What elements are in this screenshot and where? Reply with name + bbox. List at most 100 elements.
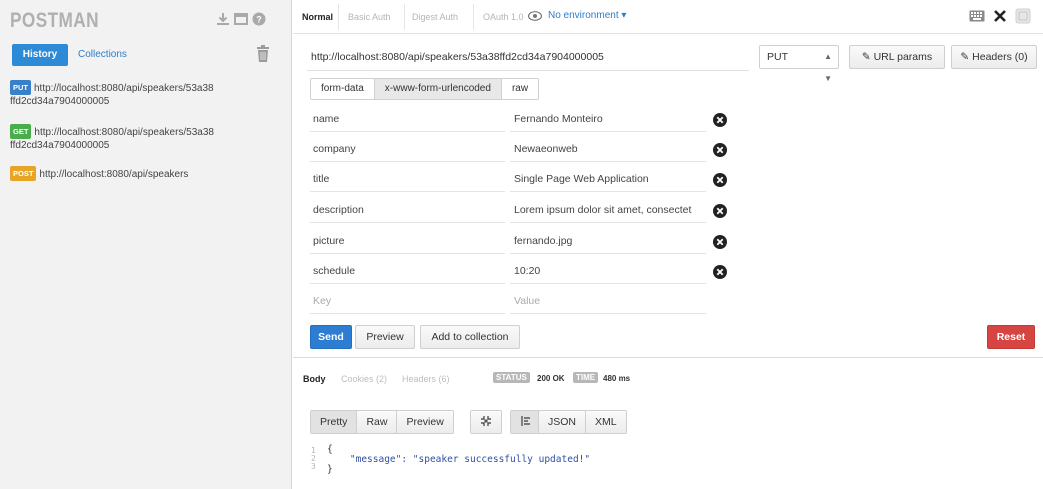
format-xml[interactable]: XML xyxy=(586,411,626,433)
history-url: http://localhost:8080/api/speakers/53a38 xyxy=(34,127,214,138)
param-row: description Lorem ipsum dolor sit amet, … xyxy=(310,197,1030,227)
tab-digest-auth[interactable]: Digest Auth xyxy=(412,12,458,22)
tab-body[interactable]: Body xyxy=(303,374,326,384)
divider xyxy=(338,4,339,30)
history-item[interactable]: POST http://localhost:8080/api/speakers xyxy=(10,166,282,181)
settings-icon[interactable] xyxy=(993,9,1007,26)
reset-button[interactable]: Reset xyxy=(987,325,1035,349)
download-icon[interactable] xyxy=(216,12,230,26)
divider xyxy=(404,4,405,30)
sidebar: POSTMAN ? History Collections PUT http://… xyxy=(0,0,292,489)
url-underline xyxy=(307,70,749,71)
view-pretty[interactable]: Pretty xyxy=(311,411,358,433)
indent-icon[interactable] xyxy=(511,411,541,433)
line-number: 3 xyxy=(311,462,316,471)
status-value: 200 OK xyxy=(537,374,565,383)
app-logo: POSTMAN xyxy=(10,9,99,32)
code-line: } xyxy=(327,464,333,475)
param-key[interactable]: company xyxy=(310,136,505,162)
param-key[interactable]: name xyxy=(310,106,505,132)
view-raw[interactable]: Raw xyxy=(357,411,398,433)
trash-icon[interactable] xyxy=(256,45,270,63)
remove-icon[interactable] xyxy=(713,204,727,218)
method-badge-put: PUT xyxy=(10,80,31,95)
tab-cookies[interactable]: Cookies (2) xyxy=(341,374,387,384)
tab-basic-auth[interactable]: Basic Auth xyxy=(348,12,391,22)
history-item[interactable]: PUT http://localhost:8080/api/speakers/53… xyxy=(10,80,282,108)
method-select[interactable]: PUT ▲ ▼ xyxy=(759,45,839,83)
param-key[interactable]: title xyxy=(310,166,505,192)
tab-history[interactable]: History xyxy=(12,44,68,66)
param-value[interactable]: fernando.jpg xyxy=(510,228,706,254)
body-type-tabs: form-data x-www-form-urlencoded raw xyxy=(310,78,540,100)
tab-normal[interactable]: Normal xyxy=(302,12,333,22)
param-key[interactable]: picture xyxy=(310,228,505,254)
svg-text:?: ? xyxy=(256,15,262,25)
view-preview[interactable]: Preview xyxy=(397,411,453,433)
param-key-placeholder[interactable]: Key xyxy=(310,288,505,314)
history-item[interactable]: GET http://localhost:8080/api/speakers/53… xyxy=(10,124,282,152)
tab-form-data[interactable]: form-data xyxy=(311,79,375,99)
param-value[interactable]: Fernando Monteiro xyxy=(510,106,706,132)
param-value[interactable]: Lorem ipsum dolor sit amet, consectet xyxy=(510,197,706,223)
time-value: 480 ms xyxy=(603,374,631,383)
preview-button[interactable]: Preview xyxy=(355,325,415,349)
param-key[interactable]: schedule xyxy=(310,258,505,284)
time-badge: TIME xyxy=(573,372,599,383)
divider xyxy=(473,4,474,30)
remove-icon[interactable] xyxy=(713,265,727,279)
remove-icon[interactable] xyxy=(713,113,727,127)
history-url-cont: ffd2cd34a7904000005 xyxy=(10,140,110,151)
param-row: title Single Page Web Application xyxy=(310,166,1030,196)
tab-collections[interactable]: Collections xyxy=(78,44,127,66)
method-badge-get: GET xyxy=(10,124,32,139)
collapse-icon[interactable] xyxy=(471,411,501,433)
status-badge: STATUS xyxy=(493,372,530,383)
url-params-label: URL params xyxy=(873,51,933,63)
param-row: name Fernando Monteiro xyxy=(310,106,1030,136)
environment-select[interactable]: No environment ▾ xyxy=(548,10,626,21)
request-panel: Normal Basic Auth Digest Auth OAuth 1.0 … xyxy=(293,0,1043,489)
window-icon[interactable] xyxy=(234,12,248,26)
view-mode-group: Pretty Raw Preview xyxy=(310,410,454,434)
edit-icon: ✎ xyxy=(861,51,871,63)
param-value[interactable]: Single Page Web Application xyxy=(510,166,706,192)
tab-raw[interactable]: raw xyxy=(501,79,539,99)
format-json[interactable]: JSON xyxy=(539,411,587,433)
headers-button[interactable]: ✎ Headers (0) xyxy=(951,45,1037,69)
param-row-new: Key Value xyxy=(310,288,1030,318)
history-url: http://localhost:8080/api/speakers xyxy=(39,169,189,180)
send-button[interactable]: Send xyxy=(310,325,352,349)
param-value-placeholder[interactable]: Value xyxy=(510,288,706,314)
sidebar-toolbar: ? xyxy=(216,12,266,26)
eye-icon[interactable] xyxy=(527,11,543,21)
section-divider xyxy=(293,357,1043,358)
fullscreen-toggle xyxy=(470,410,502,434)
param-key[interactable]: description xyxy=(310,197,505,223)
history-url-cont: ffd2cd34a7904000005 xyxy=(10,96,110,107)
param-row: company Newaeonweb xyxy=(310,136,1030,166)
param-value[interactable]: 10:20 xyxy=(510,258,706,284)
keyboard-icon[interactable] xyxy=(969,10,985,25)
select-caret-icon: ▲ ▼ xyxy=(824,52,832,83)
remove-icon[interactable] xyxy=(713,173,727,187)
add-to-collection-button[interactable]: Add to collection xyxy=(420,325,520,349)
tab-response-headers[interactable]: Headers (6) xyxy=(402,374,450,384)
param-value[interactable]: Newaeonweb xyxy=(510,136,706,162)
url-params-button[interactable]: ✎ URL params xyxy=(849,45,945,69)
history-url: http://localhost:8080/api/speakers/53a38 xyxy=(34,83,214,94)
tab-x-www-form-urlencoded[interactable]: x-www-form-urlencoded xyxy=(374,79,502,99)
caret-down-icon: ▾ xyxy=(621,10,627,21)
edit-icon: ✎ xyxy=(960,51,970,63)
remove-icon[interactable] xyxy=(713,143,727,157)
help-icon[interactable]: ? xyxy=(252,12,266,26)
method-select-value: PUT xyxy=(767,51,788,63)
format-group: JSON XML xyxy=(538,410,627,434)
tab-oauth[interactable]: OAuth 1.0 xyxy=(483,12,524,22)
remove-icon[interactable] xyxy=(713,235,727,249)
code-line: "message": "speaker successfully updated… xyxy=(327,454,591,465)
param-row: picture fernando.jpg xyxy=(310,228,1030,258)
param-row: schedule 10:20 xyxy=(310,258,1030,288)
sidebar-toggle-icon[interactable] xyxy=(1015,8,1031,27)
url-input[interactable]: http://localhost:8080/api/speakers/53a38… xyxy=(307,45,749,69)
